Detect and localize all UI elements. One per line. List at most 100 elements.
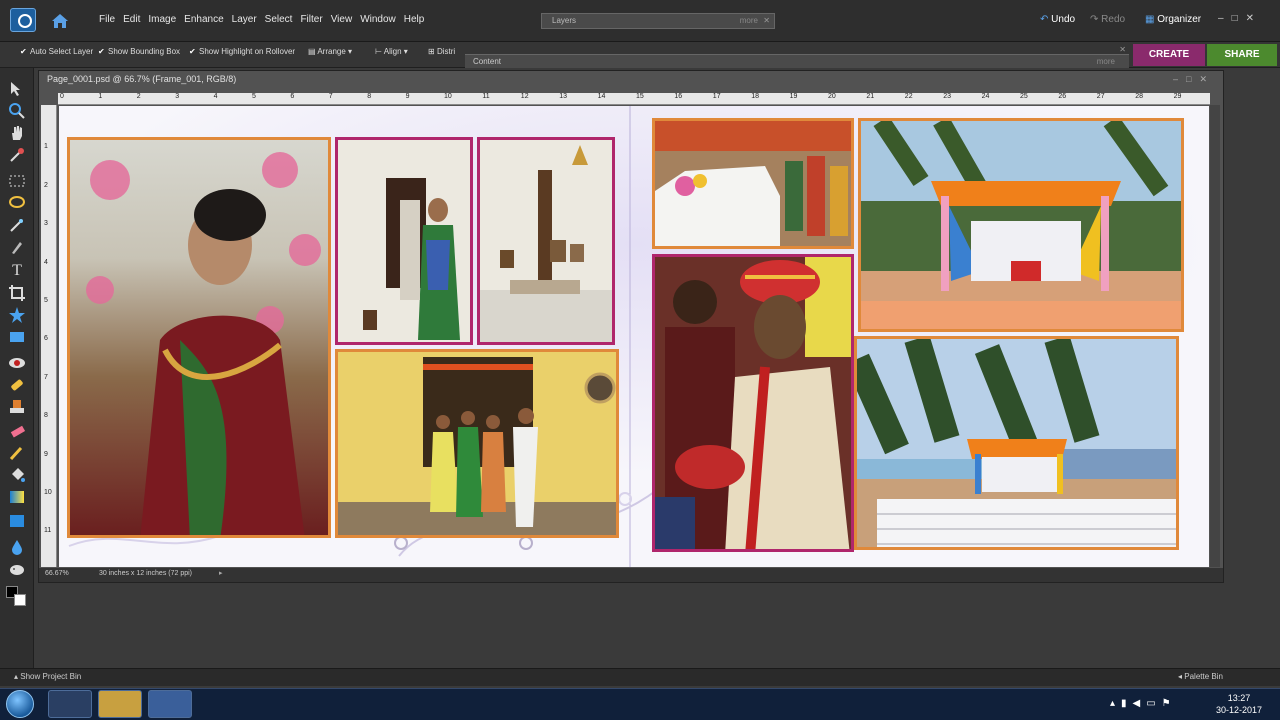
highlight-checkbox[interactable]: ✔ Show Highlight on Rollover <box>189 47 295 56</box>
marquee-tool-icon[interactable] <box>8 172 26 190</box>
photo-frame-shrine[interactable] <box>477 137 615 345</box>
arrange-label: Arrange <box>317 47 346 56</box>
ruler-tick-label: 11 <box>44 527 52 535</box>
gradient-tool-icon[interactable] <box>8 488 26 506</box>
shape-tool-icon[interactable] <box>8 512 26 530</box>
undo-button[interactable]: ↶ Undo <box>1040 14 1075 25</box>
healing-brush-icon[interactable] <box>8 376 26 394</box>
ruler-tick-label: 19 <box>789 93 798 100</box>
selection-brush-icon[interactable] <box>8 238 26 256</box>
paint-bucket-icon[interactable] <box>8 466 26 484</box>
ruler-tick-label: 25 <box>1020 93 1028 100</box>
eyedropper-icon[interactable] <box>8 146 26 164</box>
menu-help[interactable]: Help <box>400 14 429 25</box>
system-tray-icons[interactable]: ▴▮◀▭⚑ <box>1110 698 1177 709</box>
info-menu-arrow-icon[interactable]: ▸ <box>219 569 223 577</box>
menu-select[interactable]: Select <box>261 14 297 25</box>
straighten-tool-icon[interactable] <box>8 328 26 346</box>
organizer-button[interactable]: ▦ Organizer <box>1145 14 1201 25</box>
content-tab-label: Content <box>473 57 502 66</box>
blur-tool-icon[interactable] <box>8 538 26 556</box>
show-project-bin-button[interactable]: ▴ Show Project Bin <box>14 672 81 681</box>
align-dropdown[interactable]: ⊢ Align ▾ <box>375 47 408 56</box>
close-icon[interactable]: ✕ <box>763 14 770 28</box>
brush-icon[interactable] <box>8 444 26 462</box>
ruler-tick-label: 7 <box>44 373 48 381</box>
ruler-tick-label: 22 <box>904 93 913 100</box>
taskbar-photoshop-icon[interactable] <box>148 690 192 718</box>
ruler-tick-label: 1 <box>44 143 48 151</box>
sponge-tool-icon[interactable] <box>8 560 26 578</box>
start-button-icon[interactable] <box>6 690 34 718</box>
redo-button[interactable]: ↷ Redo <box>1090 14 1125 25</box>
lasso-tool-icon[interactable] <box>8 194 26 212</box>
menu-file[interactable]: File <box>95 14 119 25</box>
content-more-button[interactable]: more <box>1097 55 1115 68</box>
photo-frame-mandap-day[interactable] <box>858 118 1184 332</box>
menu-layer[interactable]: Layer <box>228 14 261 25</box>
menu-image[interactable]: Image <box>144 14 180 25</box>
ruler-tick-label: 16 <box>674 93 683 100</box>
background-color-swatch[interactable] <box>14 594 26 606</box>
taskbar-folder-icon[interactable] <box>98 690 142 718</box>
photo-frame-family[interactable] <box>335 349 619 538</box>
distribute-dropdown[interactable]: ⊞ Distri <box>428 47 455 56</box>
photo-frame-car[interactable] <box>652 118 854 249</box>
photo-frame-doorway[interactable] <box>335 137 473 345</box>
document-window-controls[interactable]: –□✕ <box>1173 74 1215 85</box>
ruler-tick-label: 13 <box>559 93 567 100</box>
create-tab[interactable]: CREATE <box>1133 44 1205 66</box>
move-tool-icon[interactable] <box>8 80 26 98</box>
redo-label: Redo <box>1101 14 1126 25</box>
photo-frame-venue[interactable] <box>854 336 1179 550</box>
document-info[interactable]: 30 inches x 12 inches (72 ppi) <box>99 570 192 577</box>
menu-edit[interactable]: Edit <box>119 14 144 25</box>
menu-enhance[interactable]: Enhance <box>180 14 227 25</box>
arrange-dropdown[interactable]: ▤ Arrange ▾ <box>308 47 352 56</box>
ruler-tick-label: 4 <box>213 93 218 100</box>
organizer-icon: ▦ <box>1145 14 1158 25</box>
window-controls[interactable]: –□✕ <box>1218 13 1262 24</box>
auto-select-checkbox[interactable]: ✔ Auto Select Layer <box>20 47 93 56</box>
content-panel-tab[interactable]: Content more ✕ <box>465 45 1129 68</box>
menu-view[interactable]: View <box>327 14 357 25</box>
ruler-tick-label: 12 <box>520 93 529 100</box>
ruler-tick-label: 15 <box>636 93 644 100</box>
photo-frame-bride[interactable] <box>67 137 331 538</box>
checkmark-icon: ✔ <box>98 47 105 56</box>
ruler-tick-label: 4 <box>44 258 48 266</box>
menu-filter[interactable]: Filter <box>296 14 326 25</box>
share-tab[interactable]: SHARE <box>1207 44 1277 66</box>
eraser-icon[interactable] <box>8 422 26 440</box>
zoom-level[interactable]: 66.67% <box>45 570 69 577</box>
clone-stamp-icon[interactable] <box>8 398 26 416</box>
ruler-tick-label: 26 <box>1058 93 1067 100</box>
project-bin-label: Show Project Bin <box>20 672 82 681</box>
layers-more-button[interactable]: more <box>740 14 758 28</box>
palette-bin-button[interactable]: ◂ Palette Bin <box>1178 672 1223 681</box>
red-eye-icon[interactable] <box>8 354 26 372</box>
crop-tool-icon[interactable] <box>8 284 26 302</box>
cookie-cutter-icon[interactable] <box>8 306 26 324</box>
ruler-tick-label: 14 <box>597 93 606 100</box>
ruler-tick-label: 27 <box>1096 93 1105 100</box>
hand-tool-icon[interactable] <box>8 124 26 142</box>
magic-wand-icon[interactable] <box>8 216 26 234</box>
layers-panel-tab[interactable]: Layers more ✕ <box>541 13 775 29</box>
ruler-tick-label: 10 <box>44 489 52 496</box>
taskbar-app-1-icon[interactable] <box>48 690 92 718</box>
close-icon[interactable]: ✕ <box>1119 43 1126 56</box>
album-canvas[interactable] <box>59 106 1209 567</box>
taskbar-clock[interactable]: 13:27 30-12-2017 <box>1216 692 1262 716</box>
organizer-label: Organizer <box>1157 14 1202 25</box>
type-tool-icon[interactable]: T <box>8 262 26 280</box>
ruler-tick-label: 9 <box>405 93 410 100</box>
zoom-tool-icon[interactable] <box>8 102 26 120</box>
photo-frame-groom[interactable] <box>652 254 854 552</box>
home-icon[interactable] <box>50 11 70 31</box>
vertical-scrollbar[interactable] <box>1210 105 1220 567</box>
ruler-tick-label: 20 <box>828 93 836 100</box>
bounding-box-checkbox[interactable]: ✔ Show Bounding Box <box>98 47 180 56</box>
menu-window[interactable]: Window <box>356 14 400 25</box>
checkmark-icon: ✔ <box>20 47 27 56</box>
